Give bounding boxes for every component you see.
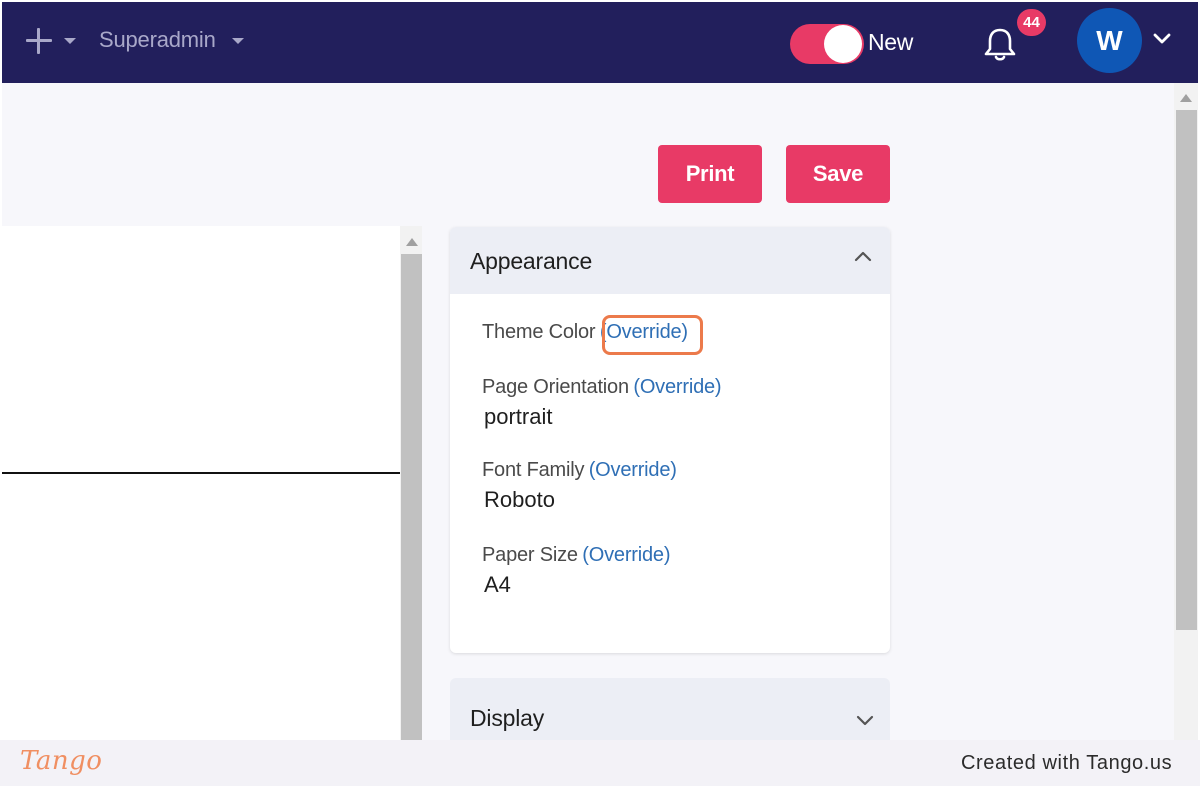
- chevron-up-icon[interactable]: [852, 249, 874, 263]
- print-button[interactable]: Print: [658, 145, 762, 203]
- click-highlight: [602, 315, 703, 355]
- field-label: Font Family: [482, 459, 585, 481]
- page-orientation-field: Page Orientation (Override) portrait: [482, 376, 722, 430]
- paper-size-field: Paper Size (Override) A4: [482, 544, 671, 598]
- field-value: portrait: [484, 404, 553, 429]
- field-label: Page Orientation: [482, 376, 629, 398]
- appearance-panel: Appearance Theme Color (Override) Page O…: [450, 227, 890, 653]
- page-orientation-override-link[interactable]: (Override): [633, 376, 721, 398]
- user-avatar[interactable]: W: [1077, 8, 1142, 73]
- field-value: A4: [484, 572, 511, 597]
- bell-icon[interactable]: [980, 24, 1020, 64]
- display-title: Display: [470, 705, 545, 731]
- chevron-down-icon[interactable]: [1152, 32, 1172, 46]
- font-family-override-link[interactable]: (Override): [589, 459, 677, 481]
- appearance-title: Appearance: [470, 248, 593, 274]
- appearance-panel-header[interactable]: Appearance: [450, 227, 890, 294]
- toggle-label: New: [868, 29, 914, 55]
- preview-scroll-up-icon[interactable]: [406, 238, 418, 246]
- role-menu-caret-icon[interactable]: [232, 38, 244, 44]
- document-preview: [2, 226, 400, 740]
- scroll-up-icon[interactable]: [1180, 94, 1192, 102]
- plus-icon[interactable]: [24, 26, 54, 56]
- field-value: Roboto: [484, 487, 555, 512]
- created-with-text: Created with Tango.us: [961, 752, 1173, 774]
- paper-size-override-link[interactable]: (Override): [582, 544, 670, 566]
- tango-logo: Tango: [20, 746, 103, 776]
- preview-divider-line: [2, 472, 400, 474]
- footer: Tango Created with Tango.us: [0, 740, 1200, 786]
- new-ui-toggle[interactable]: [790, 24, 864, 64]
- top-navigation-bar: Superadmin New 44 W: [2, 2, 1198, 83]
- chevron-down-icon[interactable]: [854, 714, 876, 728]
- field-label: Paper Size: [482, 544, 578, 566]
- display-panel-header[interactable]: Display: [450, 678, 890, 740]
- preview-scrollbar-thumb[interactable]: [401, 254, 422, 740]
- main-content: Print Save Appearance Theme Color (Overr…: [2, 83, 1174, 740]
- role-selector[interactable]: Superadmin: [99, 27, 216, 53]
- font-family-field: Font Family (Override) Roboto: [482, 459, 677, 513]
- save-button[interactable]: Save: [786, 145, 890, 203]
- field-label: Theme Color: [482, 321, 596, 343]
- toggle-knob: [824, 25, 862, 63]
- create-menu-caret-icon[interactable]: [64, 38, 76, 44]
- notification-badge: 44: [1017, 9, 1046, 36]
- page-scrollbar-thumb[interactable]: [1176, 110, 1197, 630]
